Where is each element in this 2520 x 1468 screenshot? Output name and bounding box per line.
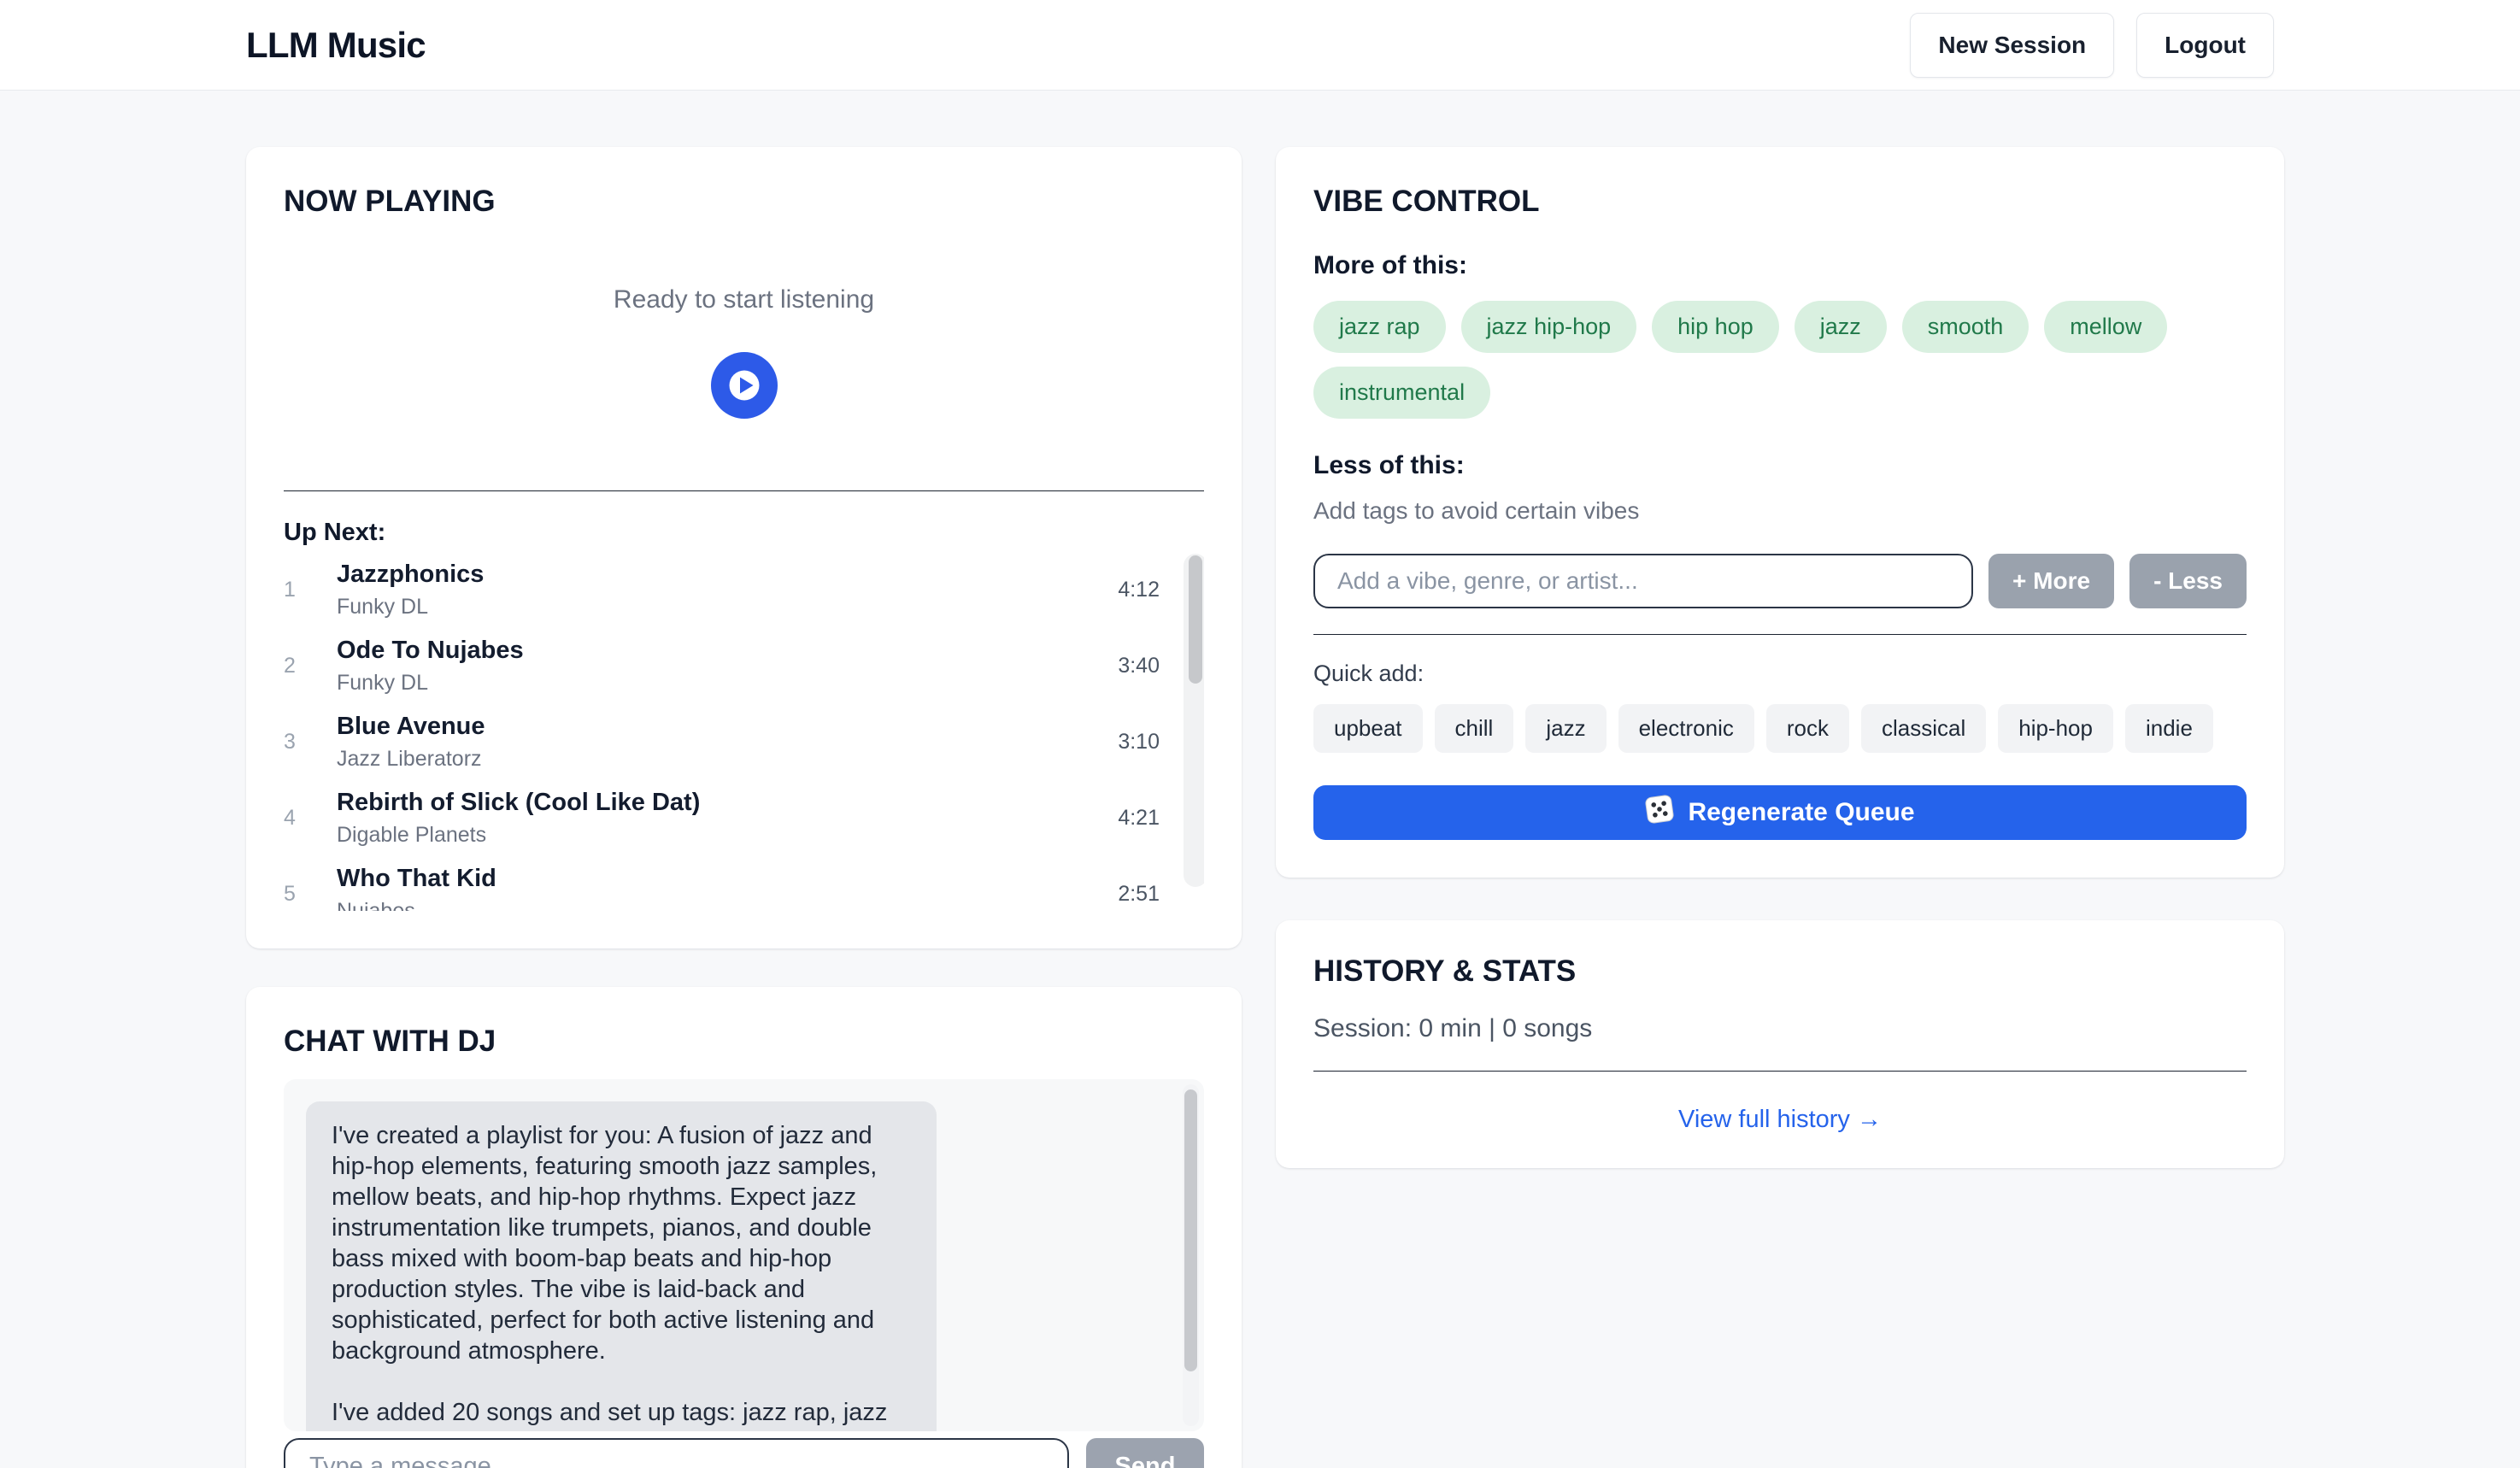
now-playing-divider xyxy=(284,490,1204,491)
quick-add-tag[interactable]: electronic xyxy=(1618,704,1754,753)
more-tags: jazz rap jazz hip-hop hip hop jazz smoot… xyxy=(1313,301,2247,419)
app-header: LLM Music New Session Logout xyxy=(0,0,2520,91)
chat-scrollbar-thumb[interactable] xyxy=(1184,1089,1197,1371)
vibe-divider xyxy=(1313,634,2247,635)
queue-track-info: Ode To Nujabes Funky DL xyxy=(337,637,1118,696)
chat-messages: I've created a playlist for you: A fusio… xyxy=(284,1079,1204,1431)
main-content: NOW PLAYING Ready to start listening Up … xyxy=(0,91,2520,1468)
queue-track-info: Blue Avenue Jazz Liberatorz xyxy=(337,713,1118,772)
play-icon xyxy=(711,352,778,419)
more-of-this-label: More of this: xyxy=(1313,251,2247,280)
quick-add-tag[interactable]: upbeat xyxy=(1313,704,1423,753)
queue-scrollbar-thumb[interactable] xyxy=(1189,555,1202,684)
queue-row[interactable]: 1 Jazzphonics Funky DL 4:12 xyxy=(284,552,1204,628)
queue-track-artist: Jazz Liberatorz xyxy=(337,747,1118,772)
player-status-text: Ready to start listening xyxy=(614,285,874,314)
vibe-tag[interactable]: mellow xyxy=(2044,301,2167,353)
queue-track-info: Jazzphonics Funky DL xyxy=(337,561,1118,619)
view-full-history-link[interactable]: View full history → xyxy=(1313,1106,2247,1134)
queue-track-number: 4 xyxy=(284,806,337,831)
queue-track-title: Jazzphonics xyxy=(337,561,1118,589)
add-less-button[interactable]: - Less xyxy=(2129,554,2247,608)
queue-track-title: Ode To Nujabes xyxy=(337,637,1118,665)
quick-add-label: Quick add: xyxy=(1313,661,2247,687)
logout-button[interactable]: Logout xyxy=(2136,13,2274,78)
vibe-tag[interactable]: smooth xyxy=(1902,301,2030,353)
now-playing-title: NOW PLAYING xyxy=(284,185,1204,219)
add-more-button[interactable]: + More xyxy=(1988,554,2114,608)
chat-card: CHAT WITH DJ I've created a playlist for… xyxy=(246,987,1242,1468)
quick-add-tag[interactable]: indie xyxy=(2125,704,2213,753)
queue-track-artist: Nujabes xyxy=(337,899,1118,911)
player-area: Ready to start listening xyxy=(284,219,1204,490)
new-session-button[interactable]: New Session xyxy=(1910,13,2114,78)
regenerate-queue-button[interactable]: Regenerate Queue xyxy=(1313,785,2247,840)
vibe-control-card: VIBE CONTROL More of this: jazz rap jazz… xyxy=(1276,147,2284,878)
chat-title: CHAT WITH DJ xyxy=(284,1025,1204,1059)
vibe-tag[interactable]: instrumental xyxy=(1313,367,1490,419)
queue-row[interactable]: 2 Ode To Nujabes Funky DL 3:40 xyxy=(284,628,1204,704)
less-of-this-hint: Add tags to avoid certain vibes xyxy=(1313,497,2247,525)
regenerate-queue-label: Regenerate Queue xyxy=(1688,798,1914,827)
vibe-input-row: + More - Less xyxy=(1313,554,2247,608)
vibe-control-title: VIBE CONTROL xyxy=(1313,185,2247,219)
vibe-tag[interactable]: jazz hip-hop xyxy=(1461,301,1637,353)
send-button[interactable]: Send xyxy=(1086,1438,1204,1468)
vibe-input[interactable] xyxy=(1313,554,1973,608)
queue-track-info: Who That Kid Nujabes xyxy=(337,865,1118,911)
history-divider xyxy=(1313,1071,2247,1072)
queue-track-number: 2 xyxy=(284,654,337,678)
history-stats-title: HISTORY & STATS xyxy=(1313,954,2247,989)
session-stats: Session: 0 min | 0 songs xyxy=(1313,1014,2247,1043)
dice-icon xyxy=(1645,795,1674,831)
queue-track-number: 3 xyxy=(284,730,337,755)
queue-track-title: Blue Avenue xyxy=(337,713,1118,741)
chat-input-row: Send xyxy=(284,1438,1204,1468)
vibe-tag[interactable]: jazz xyxy=(1795,301,1887,353)
less-of-this-label: Less of this: xyxy=(1313,451,2247,480)
app-title: LLM Music xyxy=(246,25,426,66)
queue-row[interactable]: 3 Blue Avenue Jazz Liberatorz 3:10 xyxy=(284,704,1204,780)
queue-track-artist: Digable Planets xyxy=(337,823,1118,848)
up-next-queue: 1 Jazzphonics Funky DL 4:12 2 Ode To Nuj… xyxy=(284,552,1204,911)
queue-row[interactable]: 4 Rebirth of Slick (Cool Like Dat) Digab… xyxy=(284,780,1204,856)
queue-track-artist: Funky DL xyxy=(337,595,1118,619)
quick-add-tag[interactable]: jazz xyxy=(1525,704,1606,753)
right-column: VIBE CONTROL More of this: jazz rap jazz… xyxy=(1276,147,2284,1168)
play-button[interactable] xyxy=(711,352,778,419)
dj-message-bubble: I've created a playlist for you: A fusio… xyxy=(306,1101,937,1431)
history-stats-card: HISTORY & STATS Session: 0 min | 0 songs… xyxy=(1276,920,2284,1168)
vibe-tag[interactable]: hip hop xyxy=(1652,301,1779,353)
quick-add-tag[interactable]: classical xyxy=(1861,704,1986,753)
queue-track-number: 1 xyxy=(284,578,337,602)
queue-track-title: Who That Kid xyxy=(337,865,1118,893)
quick-add-tag[interactable]: chill xyxy=(1435,704,1514,753)
quick-add-tags: upbeat chill jazz electronic rock classi… xyxy=(1313,704,2247,753)
queue-scrollbar xyxy=(1184,554,1204,887)
left-column: NOW PLAYING Ready to start listening Up … xyxy=(246,147,1242,1468)
vibe-tag[interactable]: jazz rap xyxy=(1313,301,1446,353)
header-actions: New Session Logout xyxy=(1910,13,2274,78)
queue-row[interactable]: 5 Who That Kid Nujabes 2:51 xyxy=(284,856,1204,911)
now-playing-card: NOW PLAYING Ready to start listening Up … xyxy=(246,147,1242,948)
chat-message-input[interactable] xyxy=(284,1438,1069,1468)
queue-track-info: Rebirth of Slick (Cool Like Dat) Digable… xyxy=(337,789,1118,848)
queue-track-number: 5 xyxy=(284,882,337,907)
queue-track-artist: Funky DL xyxy=(337,671,1118,696)
queue-track-title: Rebirth of Slick (Cool Like Dat) xyxy=(337,789,1118,817)
up-next-label: Up Next: xyxy=(284,519,1204,547)
quick-add-tag[interactable]: hip-hop xyxy=(1998,704,2113,753)
quick-add-tag[interactable]: rock xyxy=(1766,704,1849,753)
